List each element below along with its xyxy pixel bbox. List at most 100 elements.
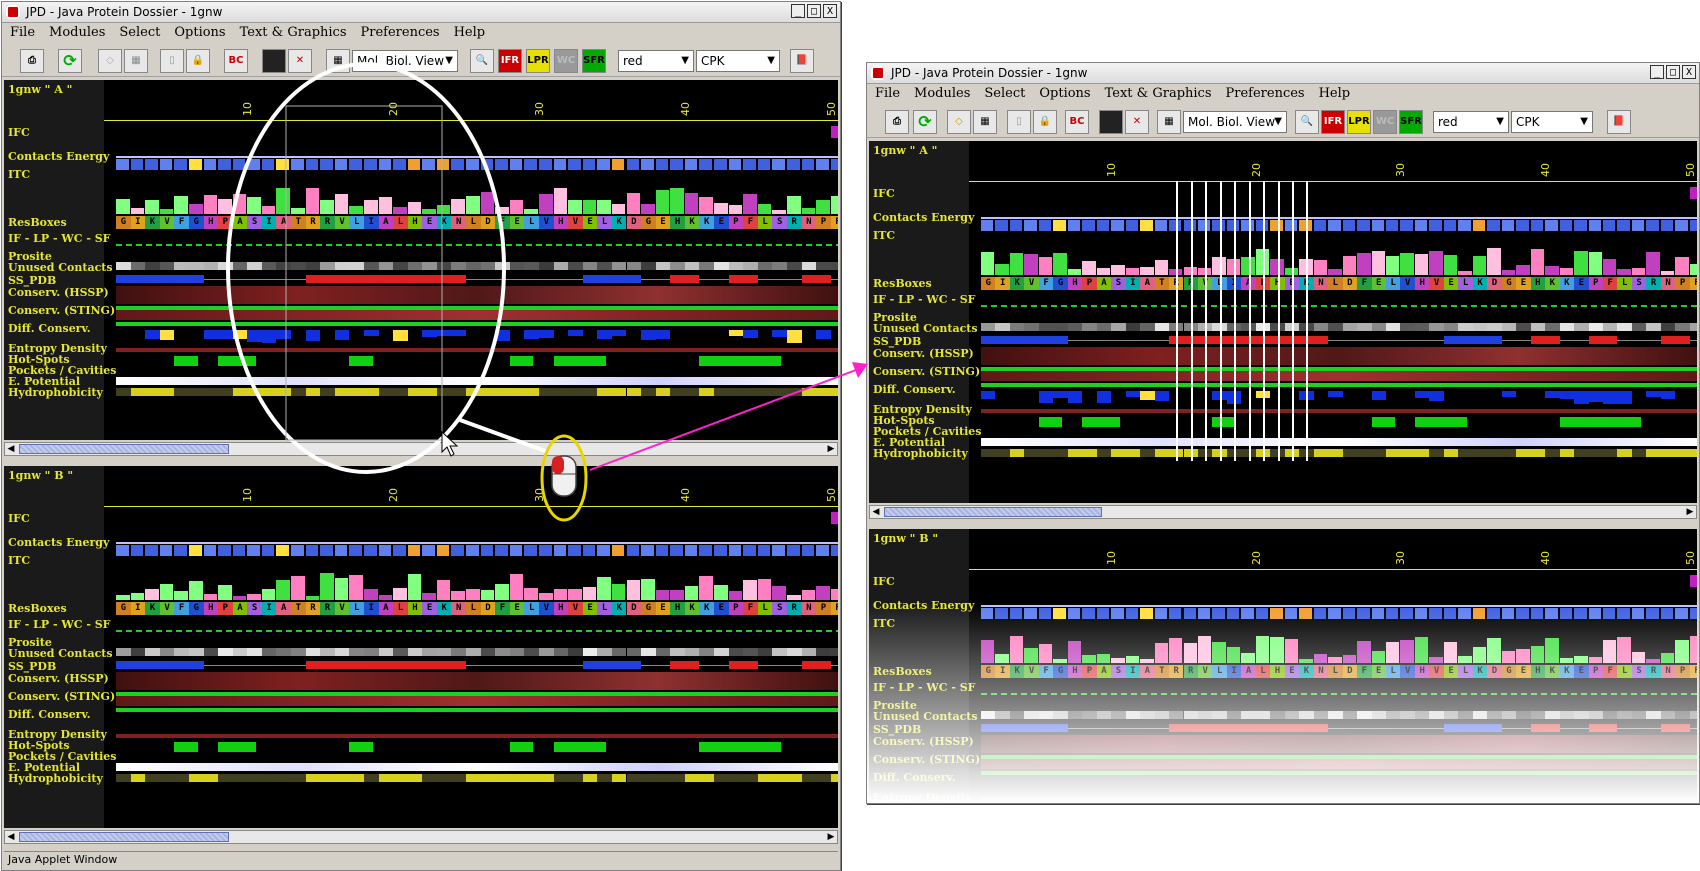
contact-box bbox=[553, 545, 567, 556]
minimize-button[interactable]: _ bbox=[791, 4, 805, 18]
cross-icon[interactable]: ✕ bbox=[1125, 110, 1149, 134]
minimize-button[interactable]: _ bbox=[1650, 65, 1664, 79]
itc-bar bbox=[276, 188, 291, 214]
close-button[interactable]: X bbox=[1682, 65, 1696, 79]
contact-box bbox=[786, 545, 800, 556]
menu-text-graphics[interactable]: Text & Graphics bbox=[240, 23, 347, 43]
itc-bar bbox=[1096, 268, 1111, 275]
refresh-icon[interactable]: ⟳ bbox=[58, 49, 82, 73]
chain-b-scrollbar[interactable]: ◀ ▶ bbox=[4, 830, 838, 844]
lpr-button[interactable]: LPR bbox=[1347, 110, 1371, 134]
hydrophobicity-cell bbox=[130, 388, 146, 396]
lock-icon[interactable]: 🔒 bbox=[186, 49, 210, 73]
itc-bar bbox=[145, 589, 159, 600]
view-select[interactable]: Mol. Biol. View bbox=[1183, 111, 1287, 133]
itc-bar bbox=[641, 579, 655, 600]
track-label-contacts-energy: Contacts Energy bbox=[873, 211, 975, 224]
wc-button[interactable]: WC bbox=[1373, 110, 1397, 134]
lpr-button[interactable]: LPR bbox=[526, 49, 550, 73]
menu-help[interactable]: Help bbox=[1319, 84, 1351, 104]
itc-bar bbox=[1472, 256, 1487, 275]
itc-bar bbox=[582, 587, 597, 600]
menu-file[interactable]: File bbox=[10, 23, 35, 43]
book-icon[interactable]: 📕 bbox=[1607, 110, 1631, 134]
style-select[interactable]: CPK bbox=[696, 50, 780, 72]
view-toggle-icon[interactable]: ▦ bbox=[326, 49, 350, 73]
unused-contact-cell bbox=[995, 323, 1010, 331]
phone-icon[interactable]: ▯ bbox=[1007, 110, 1031, 134]
eraser-icon[interactable]: ◇ bbox=[98, 49, 122, 73]
unused-contact-cell bbox=[714, 648, 729, 656]
chart-icon[interactable] bbox=[262, 49, 286, 73]
hydrophobicity-cell bbox=[1516, 449, 1531, 457]
menu-select[interactable]: Select bbox=[984, 84, 1025, 104]
residue-box: V bbox=[1024, 277, 1039, 290]
scroll-thumb[interactable] bbox=[19, 444, 229, 454]
menu-file[interactable]: File bbox=[875, 84, 900, 104]
wc-button[interactable]: WC bbox=[554, 49, 578, 73]
residue-box: A bbox=[378, 216, 394, 229]
print-icon[interactable]: ⎙ bbox=[20, 49, 44, 73]
ifr-button[interactable]: IFR bbox=[498, 49, 522, 73]
itc-bar bbox=[524, 588, 538, 600]
grid-icon[interactable]: ▦ bbox=[973, 110, 997, 134]
eraser-icon[interactable]: ◇ bbox=[947, 110, 971, 134]
itc-bar bbox=[816, 586, 830, 600]
unused-contact-cell bbox=[684, 262, 700, 270]
unused-contact-cell bbox=[363, 648, 379, 656]
menu-options[interactable]: Options bbox=[174, 23, 225, 43]
cross-icon[interactable]: ✕ bbox=[288, 49, 312, 73]
menu-select[interactable]: Select bbox=[119, 23, 160, 43]
ruler-tick-label: 40 bbox=[678, 488, 692, 502]
contact-box bbox=[626, 159, 640, 170]
residue-box: R bbox=[305, 216, 321, 229]
refresh-icon[interactable]: ⟳ bbox=[913, 110, 937, 134]
hydrophobicity-cell bbox=[1617, 449, 1632, 457]
search-icon[interactable]: 🔍 bbox=[470, 49, 494, 73]
scroll-thumb[interactable] bbox=[19, 832, 229, 842]
residue-box: D bbox=[1342, 277, 1358, 290]
contact-box bbox=[349, 545, 362, 556]
print-icon[interactable]: ⎙ bbox=[885, 110, 909, 134]
sfr-button[interactable]: SFR bbox=[1399, 110, 1423, 134]
residue-box: T bbox=[1154, 277, 1170, 290]
style-select[interactable]: CPK bbox=[1511, 111, 1593, 133]
book-icon[interactable]: 📕 bbox=[790, 49, 814, 73]
chart-icon[interactable] bbox=[1099, 110, 1123, 134]
itc-bar bbox=[174, 196, 188, 214]
menu-help[interactable]: Help bbox=[454, 23, 486, 43]
contact-box bbox=[757, 159, 771, 170]
view-toggle-icon[interactable]: ▦ bbox=[1157, 110, 1181, 134]
ss-element bbox=[582, 661, 642, 669]
contact-box bbox=[378, 545, 392, 556]
hydrophobicity-cell bbox=[407, 388, 423, 396]
menu-preferences[interactable]: Preferences bbox=[361, 23, 440, 43]
search-icon[interactable]: 🔍 bbox=[1295, 110, 1319, 134]
close-button[interactable]: X bbox=[823, 4, 837, 18]
maximize-button[interactable]: □ bbox=[1666, 65, 1680, 79]
bc-button[interactable]: BC bbox=[224, 49, 248, 73]
menu-preferences[interactable]: Preferences bbox=[1226, 84, 1305, 104]
color-select[interactable]: red bbox=[618, 50, 694, 72]
color-select[interactable]: red bbox=[1433, 111, 1509, 133]
grid-icon[interactable]: ▦ bbox=[124, 49, 148, 73]
sfr-button[interactable]: SFR bbox=[582, 49, 606, 73]
chain-a-scrollbar[interactable]: ◀ ▶ bbox=[4, 442, 838, 456]
lock-icon[interactable]: 🔒 bbox=[1033, 110, 1057, 134]
itc-bar bbox=[159, 584, 174, 600]
menu-modules[interactable]: Modules bbox=[49, 23, 105, 43]
phone-icon[interactable]: ▯ bbox=[160, 49, 184, 73]
contact-box bbox=[801, 545, 815, 556]
ifr-button[interactable]: IFR bbox=[1321, 110, 1345, 134]
menu-options[interactable]: Options bbox=[1039, 84, 1090, 104]
maximize-button[interactable]: □ bbox=[807, 4, 821, 18]
residue-box: D bbox=[480, 216, 496, 229]
chain-a-scrollbar[interactable]: ◀ ▶ bbox=[869, 505, 1697, 519]
menu-text-graphics[interactable]: Text & Graphics bbox=[1105, 84, 1212, 104]
scroll-thumb[interactable] bbox=[884, 507, 1102, 517]
hydrophobicity-cell bbox=[261, 774, 277, 782]
menu-modules[interactable]: Modules bbox=[914, 84, 970, 104]
view-select[interactable]: Mol. Biol. View bbox=[352, 50, 458, 72]
itc-bar bbox=[1024, 254, 1038, 275]
bc-button[interactable]: BC bbox=[1065, 110, 1089, 134]
